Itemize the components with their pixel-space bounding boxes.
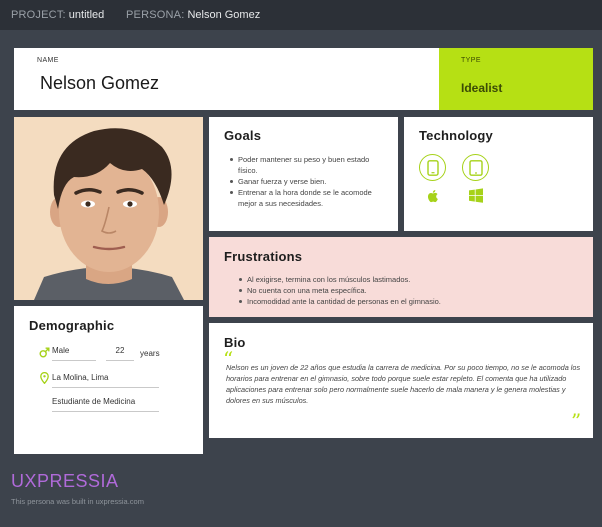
built-with-note[interactable]: This persona was built in uxpressia.com [11,497,144,506]
type-section: TYPE Idealist [439,48,593,110]
top-bar: PROJECT: untitled PERSONA: Nelson Gomez [0,0,602,30]
frustration-item[interactable]: Al exigirse, termina con los músculos la… [238,274,578,285]
frustrations-list: Al exigirse, termina con los músculos la… [238,274,578,307]
location-pin-icon [40,372,49,384]
goals-list: Poder mantener su peso y buen estado fís… [229,154,389,209]
uxpressia-logo[interactable]: UXPRESSIA [11,471,119,492]
goals-section: Goals Poder mantener su peso y buen esta… [209,117,398,231]
type-label: TYPE [461,57,481,64]
age-value: 22 [115,346,125,355]
demographic-title: Demographic [29,318,115,333]
persona-type-field[interactable]: Idealist [461,81,502,95]
name-section: NAME Nelson Gomez [14,48,439,110]
windows-icon[interactable] [468,188,484,204]
age-unit-label: years [140,349,160,358]
frustrations-section: Frustrations Al exigirse, termina con lo… [209,237,593,317]
technology-section: Technology [404,117,593,231]
gender-value: Male [52,346,70,355]
goal-item[interactable]: Poder mantener su peso y buen estado fís… [229,154,389,176]
persona-label: PERSONA: [126,9,185,21]
frustrations-title: Frustrations [224,249,303,264]
persona-portrait-image [14,117,203,300]
occupation-field[interactable]: Estudiante de Medicina [52,397,159,412]
persona-name-field[interactable]: Nelson Gomez [40,73,159,94]
goals-title: Goals [224,128,262,143]
location-field[interactable]: La Molina, Lima [52,373,159,388]
persona-info[interactable]: PERSONA: Nelson Gomez [126,9,260,21]
demographic-section: Demographic Male 22 years La Molina, Lim… [14,306,203,454]
project-label: PROJECT: [11,9,66,21]
persona-name[interactable]: Nelson Gomez [187,9,260,21]
name-label: NAME [37,57,59,64]
technology-title: Technology [419,128,493,143]
project-info[interactable]: PROJECT: untitled [11,9,104,21]
goal-item[interactable]: Entrenar a la hora donde se le acomode m… [229,187,389,209]
frustration-item[interactable]: Incomodidad ante la cantidad de personas… [238,296,578,307]
goal-item[interactable]: Ganar fuerza y verse bien. [229,176,389,187]
project-name[interactable]: untitled [69,9,104,21]
male-gender-icon [39,347,50,358]
smartphone-icon[interactable] [419,154,446,181]
apple-icon[interactable] [425,188,441,204]
age-field[interactable]: 22 [106,346,134,361]
gender-field[interactable]: Male [52,346,96,361]
close-quote-icon: ” [571,409,582,433]
occupation-value: Estudiante de Medicina [52,397,136,406]
bio-text[interactable]: Nelson es un joven de 22 años que estudi… [226,362,582,406]
tablet-icon[interactable] [462,154,489,181]
bio-section: Bio “ Nelson es un joven de 22 años que … [209,323,593,438]
frustration-item[interactable]: No cuenta con una meta específica. [238,285,578,296]
persona-photo[interactable] [14,117,203,300]
location-value: La Molina, Lima [52,373,109,382]
